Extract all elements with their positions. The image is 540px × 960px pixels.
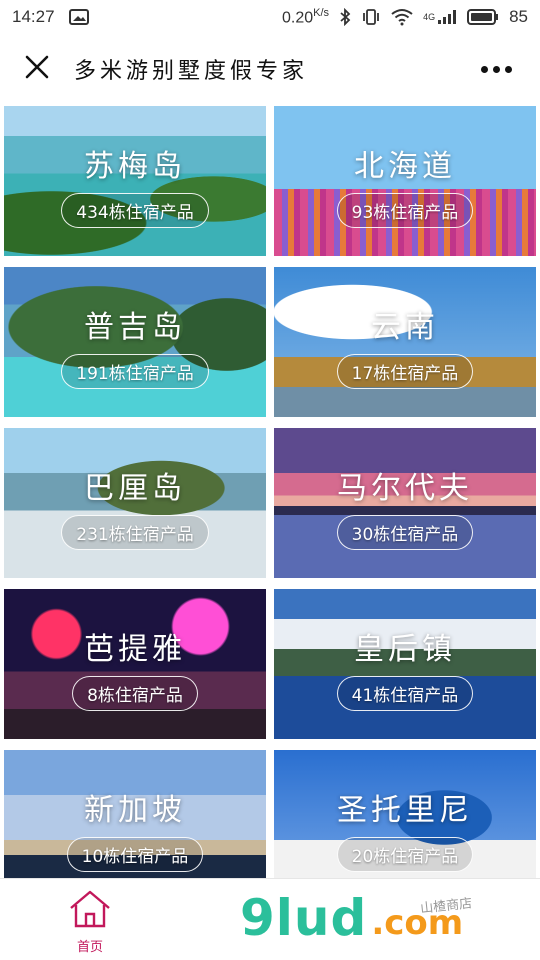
destination-card-yunnan[interactable]: 云南 17栋住宿产品 (274, 267, 536, 417)
network-speed-unit: K/s (313, 6, 330, 19)
watermark-main: 9lud (240, 889, 368, 947)
vibrate-icon (361, 8, 381, 26)
destination-name: 芭提雅 (84, 631, 186, 667)
destination-card-santorini[interactable]: 圣托里尼 20栋住宿产品 (274, 750, 536, 878)
close-button[interactable] (20, 52, 54, 86)
destination-card-phuket[interactable]: 普吉岛 191栋住宿产品 (4, 267, 266, 417)
signal-icon: 4G (423, 9, 457, 25)
nav-home-tab[interactable]: 首页 (60, 889, 120, 955)
destination-card-maldives[interactable]: 马尔代夫 30栋住宿产品 (274, 428, 536, 578)
destination-card-singapore[interactable]: 新加坡 10栋住宿产品 (4, 750, 266, 878)
nav-home-label: 首页 (76, 940, 103, 955)
destination-count-badge: 191栋住宿产品 (61, 353, 209, 389)
home-icon (67, 889, 113, 934)
more-dot (493, 65, 500, 73)
destination-card-koh-samui[interactable]: 苏梅岛 434栋住宿产品 (4, 106, 266, 256)
destination-name: 圣托里尼 (337, 792, 473, 828)
status-bar: 14:27 0.20K/s 4G 85 (0, 0, 540, 34)
more-dot (505, 65, 512, 73)
destination-count-badge: 434栋住宿产品 (61, 192, 209, 228)
destination-name: 巴厘岛 (84, 470, 186, 506)
destination-name: 皇后镇 (354, 631, 456, 667)
app-header: 多米游别墅度假专家 (0, 40, 540, 98)
battery-icon (467, 8, 499, 26)
network-speed-value: 0.20 (282, 9, 314, 27)
battery-level: 85 (509, 6, 528, 26)
destination-count-badge: 17栋住宿产品 (336, 353, 474, 389)
network-type: 4G (423, 11, 436, 22)
destination-card-queenstown[interactable]: 皇后镇 41栋住宿产品 (274, 589, 536, 739)
network-speed: 0.20K/s (282, 7, 329, 27)
destination-grid: 苏梅岛 434栋住宿产品 北海道 93栋住宿产品 普吉岛 191栋住宿产品 云南… (0, 106, 540, 878)
more-dot (481, 65, 488, 73)
destination-count-badge: 8栋住宿产品 (72, 675, 198, 711)
bottom-nav: 首页 9lud .com 山楂商店 (0, 878, 540, 960)
wifi-icon (391, 8, 413, 26)
destination-count-badge: 30栋住宿产品 (336, 514, 474, 550)
bluetooth-icon (339, 7, 351, 26)
destination-card-hokkaido[interactable]: 北海道 93栋住宿产品 (274, 106, 536, 256)
close-icon (24, 54, 50, 85)
destination-name: 苏梅岛 (84, 148, 186, 184)
destination-count-badge: 93栋住宿产品 (336, 192, 474, 228)
destination-count-badge: 41栋住宿产品 (336, 675, 474, 711)
destination-count-badge: 10栋住宿产品 (66, 836, 204, 872)
image-notification-icon (68, 9, 89, 25)
page-title: 多米游别墅度假专家 (74, 59, 309, 84)
destination-name: 普吉岛 (84, 309, 186, 345)
destination-name: 新加坡 (84, 792, 186, 828)
destination-card-pattaya[interactable]: 芭提雅 8栋住宿产品 (4, 589, 266, 739)
destination-name: 马尔代夫 (337, 470, 473, 506)
watermark-stamp: 山楂商店 (419, 896, 473, 917)
more-button[interactable] (473, 58, 520, 81)
destination-name: 北海道 (354, 148, 456, 184)
destination-count-badge: 231栋住宿产品 (61, 514, 209, 550)
destination-name: 云南 (371, 309, 439, 345)
destination-card-bali[interactable]: 巴厘岛 231栋住宿产品 (4, 428, 266, 578)
destination-count-badge: 20栋住宿产品 (336, 836, 474, 872)
status-time: 14:27 (12, 7, 55, 26)
